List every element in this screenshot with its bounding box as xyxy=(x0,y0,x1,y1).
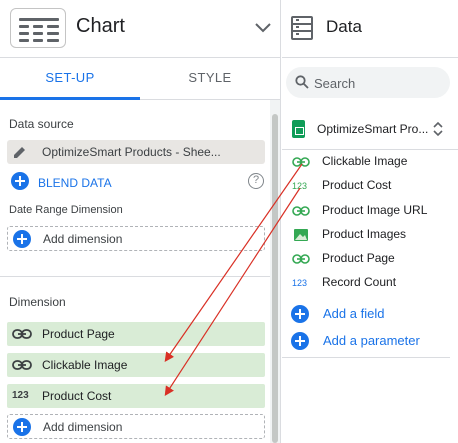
add-field-button[interactable]: Add a field xyxy=(282,302,458,326)
data-source-name: OptimizeSmart Products - Shee... xyxy=(42,145,221,159)
field-label: Product Image URL xyxy=(322,203,428,217)
link-icon xyxy=(292,206,310,216)
tab-style[interactable]: STYLE xyxy=(140,58,280,100)
field-product-page[interactable]: Product Page xyxy=(282,247,458,271)
image-icon xyxy=(294,229,308,241)
dimension-chip-label: Clickable Image xyxy=(42,358,128,372)
chevron-down-icon[interactable] xyxy=(254,20,272,36)
add-dimension-button[interactable]: Add dimension xyxy=(7,414,265,439)
data-list-icon xyxy=(291,16,313,40)
search-box[interactable] xyxy=(286,67,450,98)
add-field-label: Add a field xyxy=(323,306,385,321)
tab-setup[interactable]: SET-UP xyxy=(0,58,140,100)
field-label: Record Count xyxy=(322,275,397,289)
data-source-label: Data source xyxy=(9,117,74,131)
pencil-icon[interactable] xyxy=(13,145,27,159)
dimension-label: Dimension xyxy=(9,295,66,309)
section-divider xyxy=(282,357,450,358)
data-source-name: OptimizeSmart Pro... xyxy=(317,122,429,136)
field-label: Clickable Image xyxy=(322,154,408,168)
panel-tabs: SET-UP STYLE xyxy=(0,58,281,100)
data-panel-title: Data xyxy=(326,17,362,36)
table-chart-icon[interactable] xyxy=(10,8,66,48)
data-panel: Data OptimizeSmart Pro... Clickable Imag… xyxy=(282,0,458,443)
link-icon xyxy=(292,254,310,264)
google-sheets-icon xyxy=(292,120,305,138)
help-icon[interactable]: ? xyxy=(248,173,264,189)
blend-plus-icon[interactable] xyxy=(11,172,29,190)
data-panel-header: Data xyxy=(282,0,458,58)
field-product-cost[interactable]: 123 Product Cost xyxy=(282,174,458,198)
number-icon: 123 xyxy=(292,278,308,288)
collapse-icon[interactable] xyxy=(432,121,444,137)
section-divider xyxy=(0,276,270,277)
dimension-chip-label: Product Page xyxy=(42,327,115,341)
dimension-chip-clickable-image[interactable]: Clickable Image xyxy=(7,353,265,377)
field-label: Product Page xyxy=(322,251,395,265)
data-source-row[interactable]: OptimizeSmart Pro... xyxy=(282,110,458,150)
date-range-label: Date Range Dimension xyxy=(9,204,123,216)
number-icon: 123 xyxy=(292,181,308,191)
scrollbar-thumb[interactable] xyxy=(272,114,278,443)
add-plus-icon xyxy=(291,305,309,323)
link-icon xyxy=(12,329,32,339)
chart-type-title: Chart xyxy=(76,15,125,37)
dimension-chip-label: Product Cost xyxy=(42,389,112,403)
add-plus-icon xyxy=(291,332,309,350)
field-label: Product Cost xyxy=(322,178,392,192)
field-product-images[interactable]: Product Images xyxy=(282,223,458,247)
add-dimension-label: Add dimension xyxy=(43,420,123,434)
active-tab-indicator xyxy=(0,97,140,100)
field-record-count[interactable]: 123 Record Count xyxy=(282,271,458,295)
add-parameter-button[interactable]: Add a parameter xyxy=(282,329,458,353)
search-input[interactable] xyxy=(314,73,444,93)
number-icon: 123 xyxy=(12,390,29,401)
add-plus-icon xyxy=(13,230,31,248)
field-product-image-url[interactable]: Product Image URL xyxy=(282,199,458,223)
add-dimension-label: Add dimension xyxy=(43,232,123,246)
add-parameter-label: Add a parameter xyxy=(323,333,420,348)
properties-panel: Chart SET-UP STYLE Data source OptimizeS… xyxy=(0,0,281,443)
field-clickable-image[interactable]: Clickable Image xyxy=(282,150,458,174)
field-label: Product Images xyxy=(322,227,407,241)
link-icon xyxy=(292,157,310,167)
data-source-selector[interactable]: OptimizeSmart Products - Shee... xyxy=(7,140,265,164)
blend-data-button[interactable]: BLEND DATA xyxy=(38,176,112,190)
dimension-chip-product-page[interactable]: Product Page xyxy=(7,322,265,346)
link-icon xyxy=(12,360,32,370)
chart-type-header[interactable]: Chart xyxy=(0,0,281,58)
add-plus-icon xyxy=(13,418,31,436)
add-date-range-dimension[interactable]: Add dimension xyxy=(7,226,265,251)
dimension-chip-product-cost[interactable]: 123 Product Cost xyxy=(7,384,265,408)
search-icon xyxy=(295,75,309,89)
